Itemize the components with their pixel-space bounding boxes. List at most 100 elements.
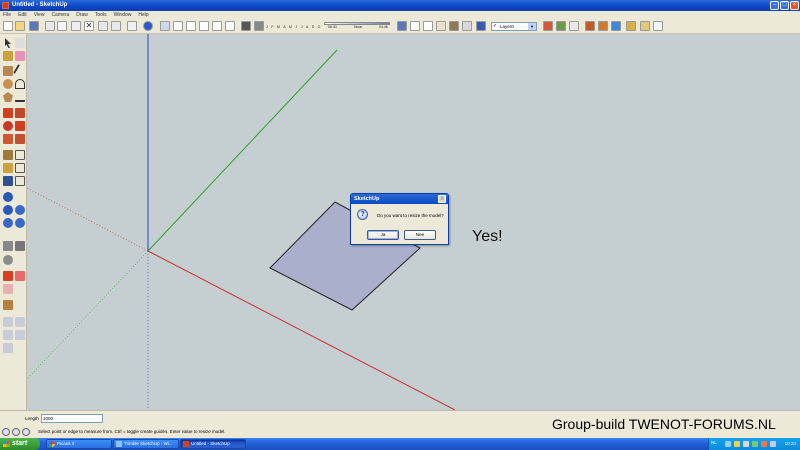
layout-icon[interactable] [653, 21, 663, 31]
rectangle-icon[interactable] [3, 66, 13, 76]
security-icon[interactable] [734, 441, 740, 447]
zoom-icon[interactable] [3, 205, 13, 215]
wireframe-icon[interactable] [410, 21, 420, 31]
network-icon[interactable] [725, 441, 731, 447]
display-icon[interactable] [770, 441, 776, 447]
xray-icon[interactable] [397, 21, 407, 31]
3d-text-icon[interactable] [15, 176, 25, 186]
minimize-button[interactable]: – [770, 1, 779, 10]
cut-icon[interactable]: ✕ [84, 21, 94, 31]
menu-edit[interactable]: Edit [15, 11, 31, 19]
zoom-window-icon[interactable] [15, 205, 25, 215]
dialog-close-button[interactable]: X [438, 195, 446, 203]
sandbox-scratch-icon[interactable] [15, 317, 25, 327]
copy-icon[interactable] [57, 21, 67, 31]
open-folder-icon[interactable] [15, 21, 25, 31]
credits-icon[interactable] [12, 428, 20, 436]
offset-icon[interactable] [15, 134, 25, 144]
paint-bucket-icon[interactable] [3, 51, 13, 61]
taskbar-item-trimble[interactable]: Trimble SketchUp - Wi... [113, 439, 179, 449]
menu-help[interactable]: Help [135, 11, 152, 19]
get-models-icon[interactable] [585, 21, 595, 31]
text-tool-icon[interactable] [15, 163, 25, 173]
section-display-icon[interactable] [15, 271, 25, 281]
menu-draw[interactable]: Draw [73, 11, 92, 19]
iso-view-icon[interactable] [160, 21, 170, 31]
add-location-icon[interactable] [543, 21, 553, 31]
photo-texture-icon[interactable] [569, 21, 579, 31]
line-pencil-icon[interactable] [13, 64, 27, 78]
freehand-icon[interactable] [15, 92, 25, 102]
shadow-settings-icon[interactable] [241, 21, 251, 31]
menu-camera[interactable]: Camera [48, 11, 73, 19]
rotate-icon[interactable] [3, 121, 13, 131]
measurements-input[interactable]: 1000 [41, 414, 103, 423]
instructor-icon[interactable] [22, 428, 30, 436]
paste-icon[interactable] [71, 21, 81, 31]
menu-window[interactable]: Window [111, 11, 136, 19]
right-view-icon[interactable] [199, 21, 209, 31]
taskbar-item-picasa[interactable]: Picasa 3 [46, 439, 112, 449]
geo-location-icon[interactable] [2, 428, 10, 436]
menu-view[interactable]: View [31, 11, 49, 19]
axes-icon[interactable] [3, 176, 13, 186]
make-component-icon[interactable] [45, 21, 55, 31]
layer-dropdown[interactable]: ✓ Layer0 ▼ [491, 22, 537, 31]
shaded-textures-icon[interactable] [449, 21, 459, 31]
share-component-icon[interactable] [611, 21, 621, 31]
eraser-icon[interactable] [15, 51, 25, 61]
toggle-terrain-icon[interactable] [556, 21, 566, 31]
zoom-extents-icon[interactable] [3, 218, 13, 228]
monochrome-icon[interactable] [462, 21, 472, 31]
drape-icon[interactable] [3, 343, 13, 353]
look-around-icon[interactable] [3, 255, 13, 265]
yes-button[interactable]: Ja [367, 230, 399, 240]
taskbar-item-sketchup[interactable]: Untitled - SketchUp [180, 439, 246, 449]
back-view-icon[interactable] [212, 21, 222, 31]
menu-tools[interactable]: Tools [92, 11, 111, 19]
shadow-toggle-icon[interactable] [254, 21, 264, 31]
save-icon[interactable] [29, 21, 39, 31]
move-icon[interactable] [3, 108, 13, 118]
shaded-icon[interactable] [436, 21, 446, 31]
extension-manager-icon[interactable] [640, 21, 650, 31]
scale-icon[interactable] [3, 134, 13, 144]
sandbox-contours-icon[interactable] [3, 317, 13, 327]
share-model-icon[interactable] [598, 21, 608, 31]
volume-icon[interactable] [743, 441, 749, 447]
app-tray-icon[interactable] [761, 441, 767, 447]
dimension-icon[interactable] [15, 150, 25, 160]
stamp-icon[interactable] [15, 330, 25, 340]
hidden-line-icon[interactable] [423, 21, 433, 31]
start-button[interactable]: start [0, 438, 40, 450]
follow-me-icon[interactable] [15, 121, 25, 131]
smoove-icon[interactable] [3, 330, 13, 340]
redo-icon[interactable] [111, 21, 121, 31]
section-plane-icon[interactable] [3, 271, 13, 281]
language-indicator[interactable]: NL [711, 440, 717, 445]
front-view-icon[interactable] [186, 21, 196, 31]
undo-icon[interactable] [98, 21, 108, 31]
chevron-down-icon[interactable]: ▼ [528, 23, 536, 30]
top-view-icon[interactable] [173, 21, 183, 31]
section-cuts-icon[interactable] [3, 284, 13, 294]
layers-icon[interactable] [476, 21, 486, 31]
previous-view-icon[interactable] [15, 218, 25, 228]
push-pull-icon[interactable] [15, 108, 25, 118]
tape-measure-icon[interactable] [3, 150, 13, 160]
menu-file[interactable]: File [0, 11, 15, 19]
maximize-button[interactable]: □ [780, 1, 789, 10]
new-file-icon[interactable] [3, 21, 13, 31]
print-icon[interactable] [127, 21, 137, 31]
sketchup-app-icon[interactable] [2, 2, 9, 9]
position-camera-icon[interactable] [3, 241, 13, 251]
sandbox-icon[interactable] [3, 300, 13, 310]
pan-hand-icon[interactable] [15, 192, 25, 202]
no-button[interactable]: Nee [404, 230, 436, 240]
circle-icon[interactable] [3, 79, 13, 89]
clock[interactable]: 10:24 [785, 441, 796, 446]
walk-footprints-icon[interactable] [15, 241, 25, 251]
close-button[interactable]: × [790, 1, 799, 10]
update-icon[interactable] [752, 441, 758, 447]
extension-warehouse-icon[interactable] [626, 21, 636, 31]
